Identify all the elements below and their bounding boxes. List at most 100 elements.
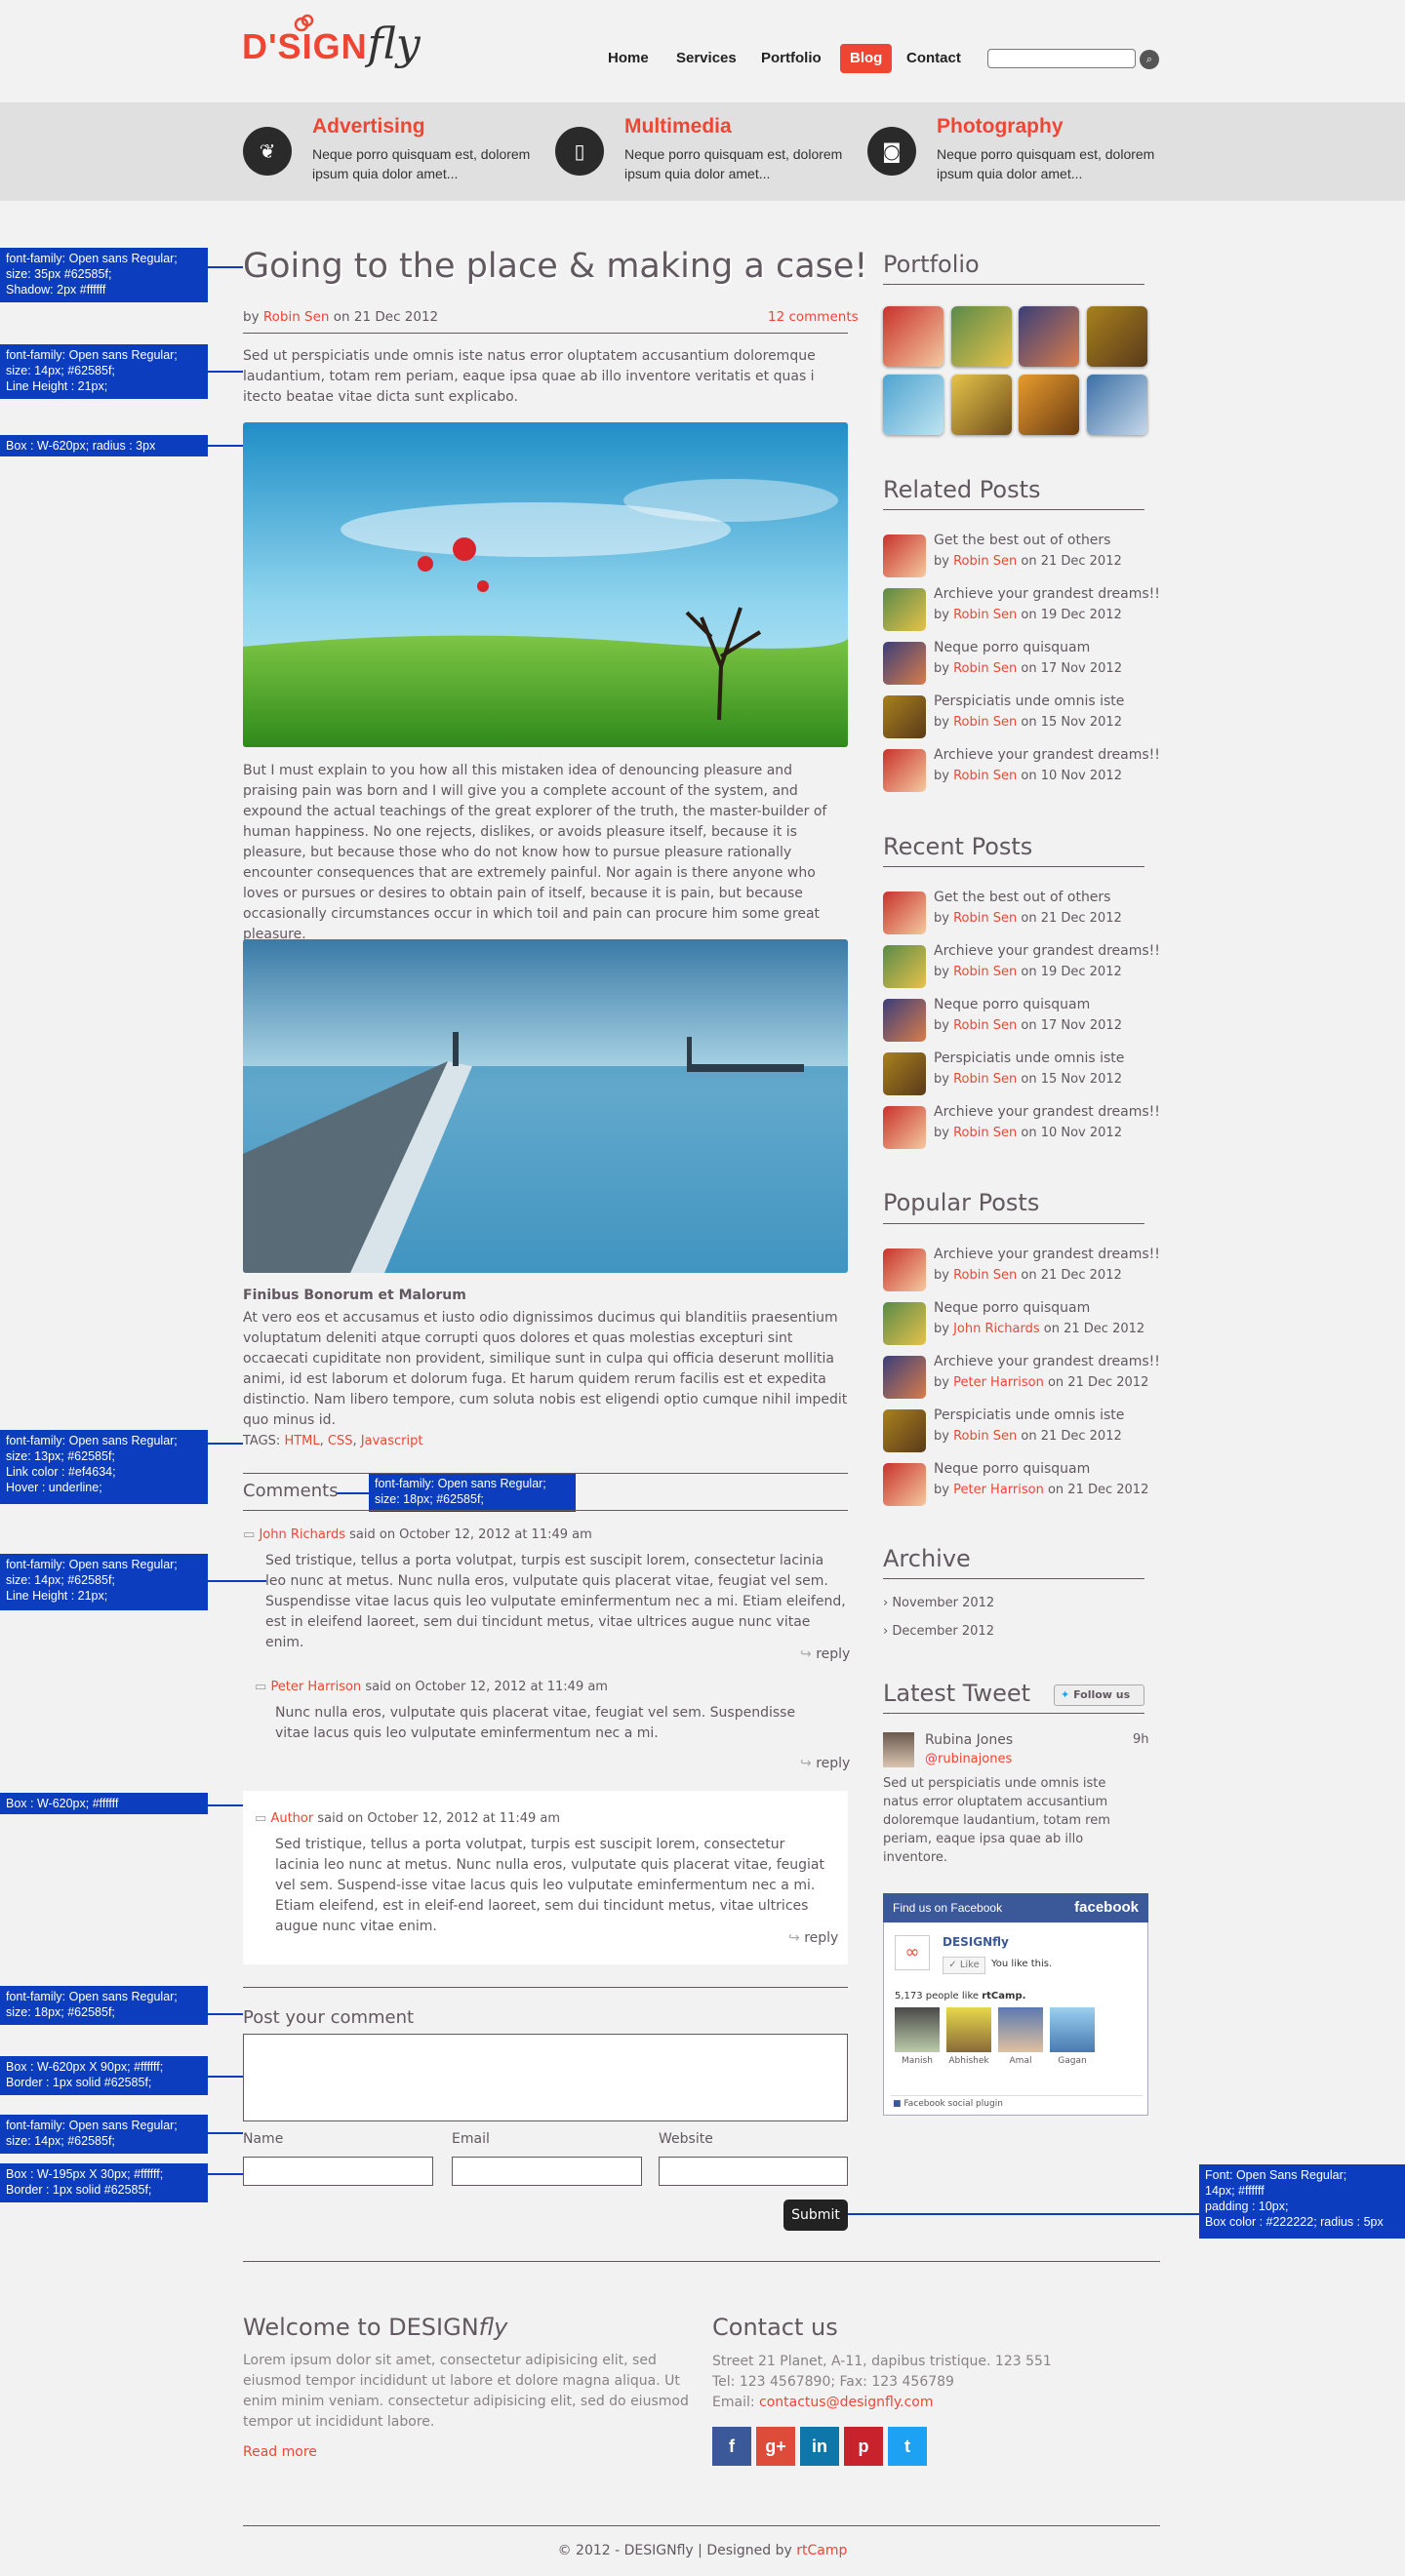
google-plus-icon[interactable]: g+ <box>756 2427 795 2466</box>
post-author-link[interactable]: Robin Sen <box>953 715 1017 730</box>
tag-link[interactable]: CSS <box>328 1434 353 1448</box>
reply-button[interactable]: ↪ reply <box>800 1756 850 1771</box>
email-field[interactable] <box>452 2157 642 2186</box>
sidebar-post-title[interactable]: Archieve your grandest dreams!! <box>934 747 1160 763</box>
sidebar-post-item[interactable]: Archieve your grandest dreams!! by Robin … <box>883 747 1160 796</box>
sidebar-post-title[interactable]: Archieve your grandest dreams!! <box>934 943 1160 959</box>
post-thumb[interactable] <box>883 749 926 792</box>
portfolio-thumb[interactable] <box>1019 306 1079 367</box>
nav-blog[interactable]: Blog <box>840 44 893 73</box>
post-author-link[interactable]: Robin Sen <box>953 1268 1017 1283</box>
sidebar-post-item[interactable]: Archieve your grandest dreams!! by Robin … <box>883 586 1160 635</box>
nav-services[interactable]: Services <box>676 44 737 73</box>
post-author-link[interactable]: Robin Sen <box>953 1429 1017 1444</box>
post-thumb[interactable] <box>883 695 926 738</box>
post-author-link[interactable]: Robin Sen <box>953 554 1017 569</box>
service-advertising[interactable]: ❦ <box>243 127 292 176</box>
fan-avatar[interactable] <box>895 2007 940 2052</box>
post-thumb[interactable] <box>883 1356 926 1399</box>
website-field[interactable] <box>659 2157 848 2186</box>
archive-item[interactable]: › December 2012 <box>883 1624 994 1639</box>
comment-author-link[interactable]: Author <box>270 1811 313 1826</box>
post-author-link[interactable]: Robin Sen <box>953 1018 1017 1033</box>
comment-author-link[interactable]: Peter Harrison <box>270 1680 361 1694</box>
comment-author-link[interactable]: John Richards <box>259 1527 345 1542</box>
sidebar-post-title[interactable]: Neque porro quisquam <box>934 997 1090 1012</box>
sidebar-post-title[interactable]: Perspiciatis unde omnis iste <box>934 1407 1124 1423</box>
sidebar-post-item[interactable]: Get the best out of others by Robin Sen o… <box>883 890 1144 938</box>
sidebar-post-title[interactable]: Get the best out of others <box>934 533 1110 548</box>
comments-count-link[interactable]: 12 comments <box>768 309 859 325</box>
reply-button[interactable]: ↪ reply <box>800 1646 850 1662</box>
portfolio-thumb[interactable] <box>883 375 943 435</box>
sidebar-post-item[interactable]: Neque porro quisquam by Robin Sen on 17 N… <box>883 640 1144 689</box>
sidebar-post-title[interactable]: Archieve your grandest dreams!! <box>934 1247 1160 1262</box>
sidebar-post-item[interactable]: Archieve your grandest dreams!! by Robin … <box>883 1247 1160 1295</box>
portfolio-thumb[interactable] <box>951 375 1012 435</box>
sidebar-post-item[interactable]: Perspiciatis unde omnis iste by Robin Sen… <box>883 1050 1144 1099</box>
service-title[interactable]: Advertising <box>312 115 425 139</box>
sidebar-post-title[interactable]: Get the best out of others <box>934 890 1110 905</box>
service-multimedia[interactable]: ▯ <box>555 127 604 176</box>
post-thumb[interactable] <box>883 999 926 1042</box>
pinterest-icon[interactable]: p <box>844 2427 883 2466</box>
sidebar-post-item[interactable]: Get the best out of others by Robin Sen o… <box>883 533 1144 581</box>
post-thumb[interactable] <box>883 1463 926 1506</box>
post-author-link[interactable]: Peter Harrison <box>953 1375 1044 1390</box>
sidebar-post-item[interactable]: Perspiciatis unde omnis iste by Robin Sen… <box>883 694 1144 742</box>
name-field[interactable] <box>243 2157 433 2186</box>
fan-avatar[interactable] <box>1050 2007 1095 2052</box>
logo[interactable]: D'SIGNfly <box>242 14 427 90</box>
tag-link[interactable]: Javascript <box>361 1434 423 1448</box>
post-author-link[interactable]: Robin Sen <box>953 769 1017 783</box>
sidebar-post-title[interactable]: Neque porro quisquam <box>934 1300 1090 1316</box>
reply-button[interactable]: ↪ reply <box>788 1930 838 1946</box>
portfolio-thumb[interactable] <box>883 306 943 367</box>
sidebar-post-item[interactable]: Neque porro quisquam by John Richards on … <box>883 1300 1144 1349</box>
twitter-icon[interactable]: t <box>888 2427 927 2466</box>
post-thumb[interactable] <box>883 1409 926 1452</box>
post-thumb[interactable] <box>883 1248 926 1291</box>
sidebar-post-item[interactable]: Archieve your grandest dreams!! by Robin … <box>883 1104 1160 1153</box>
follow-button[interactable]: ✦ Follow us <box>1054 1684 1144 1706</box>
service-title[interactable]: Multimedia <box>624 115 732 139</box>
sidebar-post-item[interactable]: Neque porro quisquam by Peter Harrison on… <box>883 1461 1148 1510</box>
fb-page-name[interactable]: DESIGNfly <box>943 1935 1009 1949</box>
post-thumb[interactable] <box>883 535 926 577</box>
sidebar-post-item[interactable]: Archieve your grandest dreams!! by Robin … <box>883 943 1160 992</box>
search-button[interactable]: ⌕ <box>1140 50 1159 69</box>
post-thumb[interactable] <box>883 892 926 934</box>
portfolio-thumb[interactable] <box>951 306 1012 367</box>
sidebar-post-title[interactable]: Archieve your grandest dreams!! <box>934 1104 1160 1120</box>
sidebar-post-title[interactable]: Neque porro quisquam <box>934 640 1090 655</box>
post-author-link[interactable]: Robin Sen <box>953 1126 1017 1140</box>
sidebar-post-title[interactable]: Perspiciatis unde omnis iste <box>934 1050 1124 1066</box>
submit-button[interactable]: Submit <box>783 2200 848 2231</box>
post-author-link[interactable]: Peter Harrison <box>953 1483 1044 1497</box>
portfolio-thumb[interactable] <box>1087 306 1147 367</box>
nav-contact[interactable]: Contact <box>906 44 961 73</box>
sidebar-post-title[interactable]: Perspiciatis unde omnis iste <box>934 694 1124 709</box>
post-author-link[interactable]: Robin Sen <box>953 1072 1017 1087</box>
service-photography[interactable]: ◙ <box>867 127 916 176</box>
sidebar-post-title[interactable]: Neque porro quisquam <box>934 1461 1090 1477</box>
portfolio-thumb[interactable] <box>1019 375 1079 435</box>
post-thumb[interactable] <box>883 1302 926 1345</box>
email-link[interactable]: contactus@designfly.com <box>759 2395 933 2410</box>
nav-portfolio[interactable]: Portfolio <box>761 44 822 73</box>
fan-avatar[interactable] <box>998 2007 1043 2052</box>
post-author-link[interactable]: John Richards <box>953 1322 1040 1336</box>
post-author-link[interactable]: Robin Sen <box>953 608 1017 622</box>
sidebar-post-title[interactable]: Archieve your grandest dreams!! <box>934 1354 1160 1369</box>
portfolio-thumb[interactable] <box>1087 375 1147 435</box>
facebook-icon[interactable]: f <box>712 2427 751 2466</box>
archive-item[interactable]: › November 2012 <box>883 1596 994 1610</box>
tag-link[interactable]: HTML <box>284 1434 319 1448</box>
read-more-link[interactable]: Read more <box>243 2444 317 2460</box>
fb-like-button[interactable]: ✓ Like <box>943 1957 985 1974</box>
post-author-link[interactable]: Robin Sen <box>953 911 1017 926</box>
post-author-link[interactable]: Robin Sen <box>953 965 1017 979</box>
post-thumb[interactable] <box>883 642 926 685</box>
designer-link[interactable]: rtCamp <box>796 2543 847 2558</box>
post-author-link[interactable]: Robin Sen <box>263 309 330 325</box>
